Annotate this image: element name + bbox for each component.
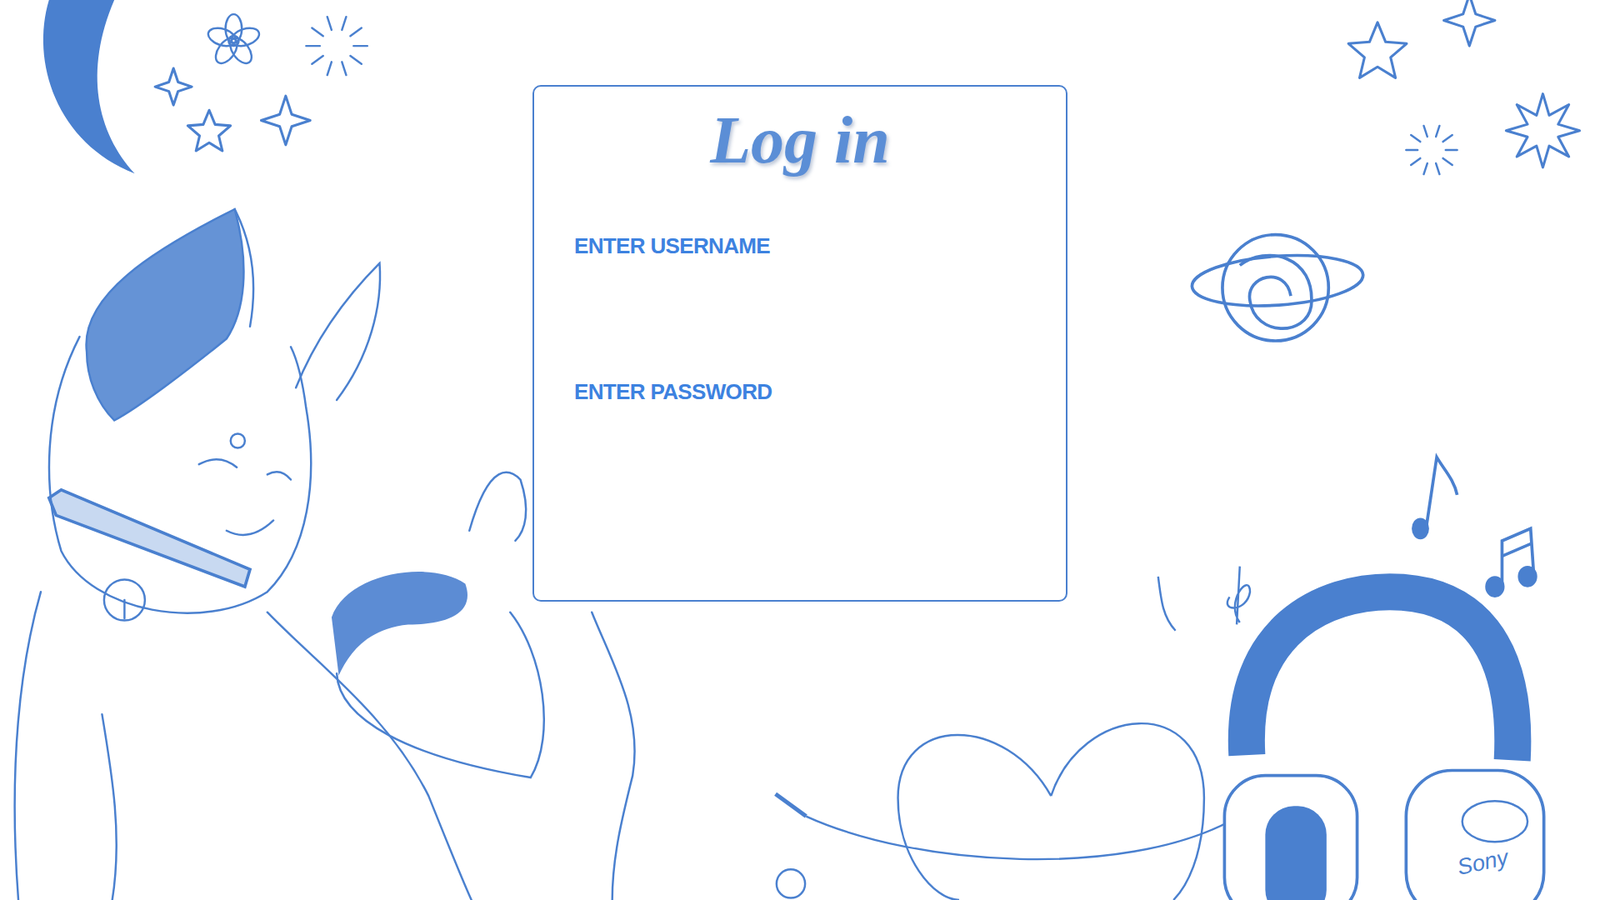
cable-icon	[775, 794, 1230, 899]
login-title: Log in	[710, 103, 890, 177]
paw-icon	[331, 571, 468, 675]
form-field: ENTER USERNAME	[574, 233, 1026, 296]
flower-icon	[205, 14, 262, 67]
headphones-brand-label: Sony	[1455, 844, 1512, 880]
planet-icon	[1190, 235, 1365, 341]
field-label: ENTER PASSWORD	[574, 379, 1026, 405]
star-icon	[1348, 22, 1407, 78]
star-icon	[1444, 0, 1495, 46]
login-card: Log in ENTER USERNAME ENTER PASSWORD	[532, 85, 1068, 602]
moon-icon	[43, 0, 135, 174]
sparkle-icon	[305, 16, 367, 75]
star-icon	[187, 110, 230, 151]
field-label: ENTER USERNAME	[574, 233, 1026, 260]
field-input[interactable]	[574, 265, 1026, 296]
heart-icon	[898, 723, 1205, 900]
form-field: ENTER PASSWORD	[574, 379, 1026, 442]
field-input[interactable]	[574, 411, 1026, 442]
sparkle-icon	[1405, 125, 1457, 175]
login-page: Sony Log in ENTER USERNAME ENTER PASSWORD	[0, 0, 1600, 900]
star-icon	[260, 95, 310, 145]
headphones-icon: Sony	[1224, 591, 1544, 900]
star-icon	[155, 68, 192, 105]
star-icon	[1505, 94, 1580, 168]
